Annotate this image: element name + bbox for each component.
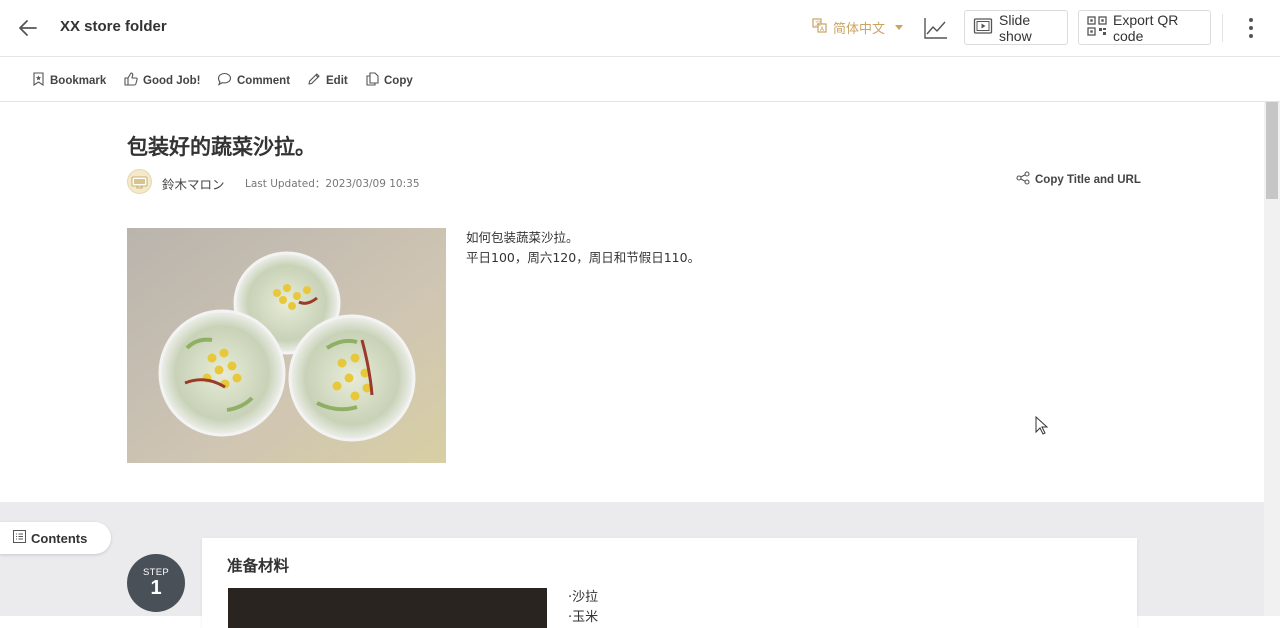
bookmark-label: Bookmark xyxy=(50,74,107,87)
article-description: 如何包装蔬菜沙拉。 平日100，周六120，周日和节假日110。 xyxy=(466,228,700,268)
copy-button[interactable]: Copy xyxy=(366,72,413,89)
good-job-label: Good Job! xyxy=(143,74,201,87)
contents-label: Contents xyxy=(31,530,88,546)
step-title: 准备材料 xyxy=(227,557,290,575)
contents-button[interactable]: Contents xyxy=(0,522,111,554)
last-updated: Last Updated：2023/03/09 10:35 xyxy=(245,178,420,190)
action-toolbar: Bookmark Good Job! Comment Edit Copy xyxy=(0,57,1280,102)
step-photo[interactable] xyxy=(228,588,547,628)
top-header: XX store folder 文A 简体中文 Slide show Expor… xyxy=(0,0,1280,57)
copy-url-label: Copy Title and URL xyxy=(1035,173,1141,186)
more-vertical-icon[interactable] xyxy=(1243,16,1259,40)
ingredient-item: ·玉米 xyxy=(568,610,599,625)
list-icon xyxy=(13,530,26,546)
scrollbar-thumb[interactable] xyxy=(1266,102,1278,199)
description-line: 平日100，周六120，周日和节假日110。 xyxy=(466,250,701,265)
qr-label: Export QR code xyxy=(1113,11,1179,44)
bookmark-icon xyxy=(32,72,45,89)
qr-code-icon xyxy=(1087,16,1107,39)
slideshow-button[interactable]: Slide show xyxy=(964,10,1068,45)
comment-icon xyxy=(217,72,232,89)
chevron-down-icon xyxy=(895,25,904,30)
header-divider xyxy=(1222,14,1223,42)
bookmark-button[interactable]: Bookmark xyxy=(32,72,106,89)
edit-button[interactable]: Edit xyxy=(307,72,348,89)
folder-title: XX store folder xyxy=(60,18,167,35)
translate-icon: 文A xyxy=(812,18,827,37)
vertical-scrollbar[interactable] xyxy=(1264,102,1280,616)
mouse-cursor-icon xyxy=(1035,415,1049,436)
step-ingredients: ·沙拉 ·玉米 xyxy=(568,588,598,628)
ingredient-item: ·沙拉 xyxy=(568,590,599,605)
back-arrow-icon[interactable] xyxy=(14,14,42,42)
steps-section: Contents STEP 1 准备材料 ·沙拉 ·玉米 xyxy=(0,502,1264,628)
comment-button[interactable]: Comment xyxy=(217,72,290,89)
copy-title-url-button[interactable]: Copy Title and URL xyxy=(1016,171,1141,188)
thumbs-up-icon xyxy=(124,72,138,89)
edit-label: Edit xyxy=(326,74,348,87)
export-qr-button[interactable]: Export QR code xyxy=(1078,10,1211,45)
step-number: 1 xyxy=(150,577,162,599)
article-content: 包装好的蔬菜沙拉。 鈴木マロン Last Updated：2023/03/09 … xyxy=(0,102,1264,502)
share-icon xyxy=(1016,171,1030,188)
copy-icon xyxy=(366,72,379,89)
author-name[interactable]: 鈴木マロン xyxy=(162,174,225,193)
salad-photo[interactable] xyxy=(127,228,446,463)
language-select[interactable]: 文A 简体中文 xyxy=(812,18,904,37)
copy-label: Copy xyxy=(384,74,413,87)
page-title: 包装好的蔬菜沙拉。 xyxy=(127,135,316,159)
slideshow-icon xyxy=(973,17,993,38)
avatar[interactable] xyxy=(127,169,152,194)
pencil-icon xyxy=(307,72,321,89)
slideshow-label: Slide show xyxy=(999,11,1032,44)
analytics-chart-icon[interactable] xyxy=(922,14,950,42)
step-card: 准备材料 ·沙拉 ·玉米 xyxy=(202,538,1137,628)
language-label: 简体中文 xyxy=(833,22,886,37)
good-job-button[interactable]: Good Job! xyxy=(124,72,201,89)
description-line: 如何包装蔬菜沙拉。 xyxy=(466,230,579,245)
step-number-badge: STEP 1 xyxy=(127,554,185,612)
comment-label: Comment xyxy=(237,74,291,87)
